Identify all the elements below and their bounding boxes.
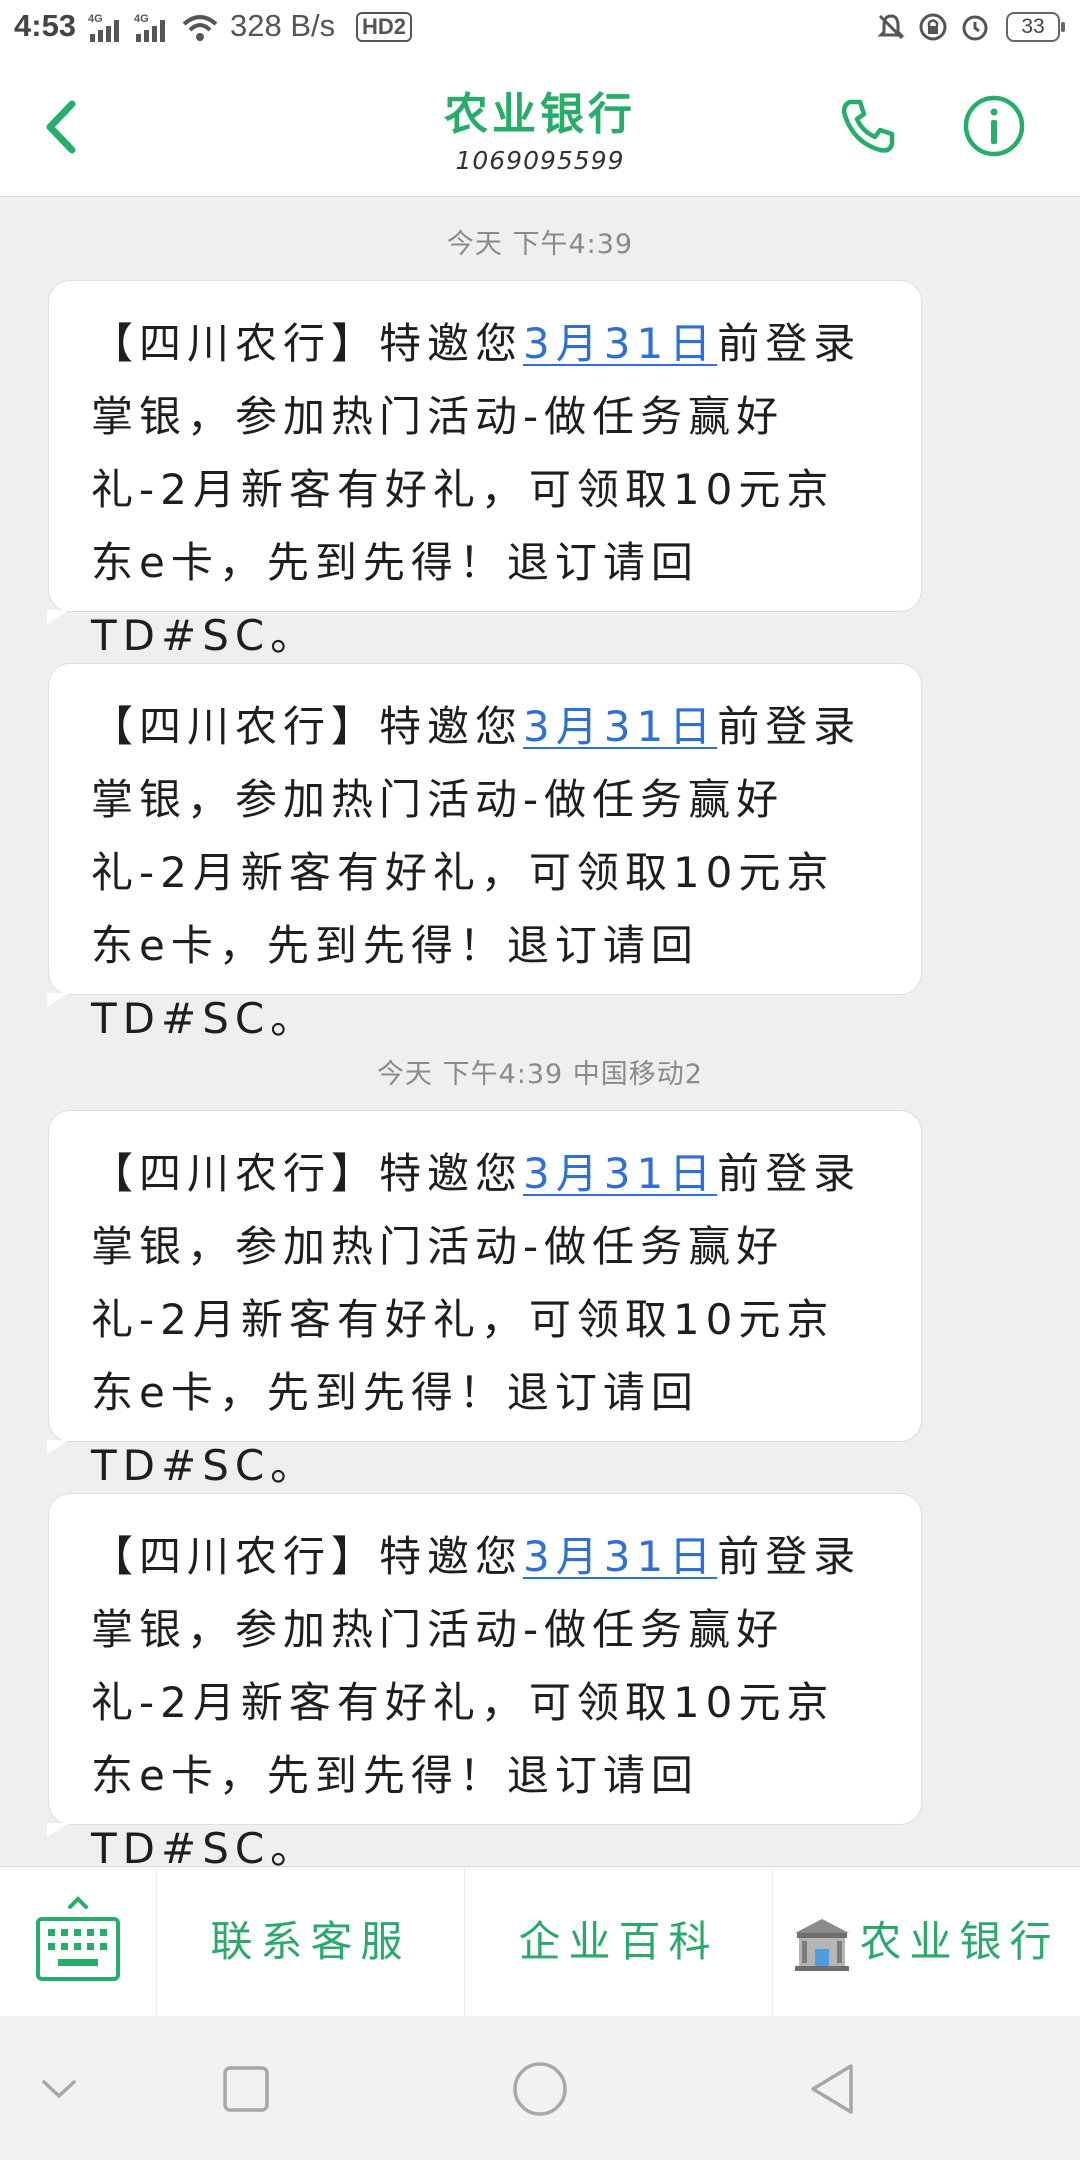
status-time: 4:53 [14, 8, 77, 43]
signal-icon: 4G [88, 13, 119, 42]
svg-text:4G: 4G [88, 13, 103, 25]
hd-badge: HD2 [356, 12, 413, 42]
message-text: 【四川农行】特邀您 [91, 1149, 524, 1198]
message-text: 前登录掌银，参加热门活动-做任务赢好礼-2月新客有好礼，可领取10元京东e卡，先… [91, 702, 862, 1043]
message-bubble[interactable]: 【四川农行】特邀您3月31日前登录掌银，参加热门活动-做任务赢好礼-2月新客有好… [47, 1110, 922, 1490]
phone-icon[interactable] [838, 96, 898, 156]
collapse-chevron-icon[interactable] [24, 2054, 94, 2124]
date-link[interactable]: 3月31日 [523, 1149, 717, 1198]
message-text: 【四川农行】特邀您 [91, 1532, 524, 1581]
menu-contact-service[interactable]: 联系客服 [157, 1867, 464, 2017]
system-navigation-bar [0, 2016, 1080, 2160]
keyboard-icon[interactable] [0, 1867, 156, 2017]
back-triangle-icon[interactable] [799, 2054, 869, 2124]
recent-apps-icon[interactable] [211, 2054, 281, 2124]
message-text: 前登录掌银，参加热门活动-做任务赢好礼-2月新客有好礼，可领取10元京东e卡，先… [91, 1532, 862, 1873]
service-menu-bar: 联系客服 企业百科 农业银行 [0, 1866, 1080, 2017]
menu-encyclopedia[interactable]: 企业百科 [465, 1867, 772, 2017]
svg-text:4G: 4G [134, 13, 149, 25]
status-bar: 4:53 4G 4G 328 B/s HD2 33 [0, 0, 1080, 56]
date-link[interactable]: 3月31日 [523, 702, 717, 751]
signal-icon-2: 4G [134, 13, 165, 42]
contact-number: 1069095599 [455, 146, 625, 175]
date-link[interactable]: 3月31日 [523, 1532, 717, 1581]
message-text: 前登录掌银，参加热门活动-做任务赢好礼-2月新客有好礼，可领取10元京东e卡，先… [91, 319, 862, 660]
message-bubble[interactable]: 【四川农行】特邀您3月31日前登录掌银，参加热门活动-做任务赢好礼-2月新客有好… [47, 663, 922, 1043]
title-area: 农业银行 1069095599 [0, 78, 1080, 175]
menu-bank[interactable]: 农业银行 [773, 1867, 1080, 2017]
alarm-icon [962, 15, 988, 41]
battery-icon: 33 [1006, 12, 1065, 42]
message-timestamp: 今天 下午4:39 [446, 229, 634, 260]
message-bubble[interactable]: 【四川农行】特邀您3月31日前登录掌银，参加热门活动-做任务赢好礼-2月新客有好… [47, 280, 922, 660]
home-icon[interactable] [505, 2054, 575, 2124]
message-text: 【四川农行】特邀您 [91, 702, 524, 751]
network-speed: 328 B/s [230, 8, 336, 43]
contact-name: 农业银行 [444, 89, 636, 140]
message-timestamp-sim: 今天 下午4:39 中国移动2 [377, 1059, 703, 1090]
date-link[interactable]: 3月31日 [523, 319, 717, 368]
info-icon[interactable] [962, 94, 1026, 158]
message-text: 【四川农行】特邀您 [91, 319, 524, 368]
mute-bell-icon [877, 14, 905, 40]
lock-rotation-icon [919, 13, 947, 41]
bank-building-icon [795, 1918, 850, 1971]
message-bubble[interactable]: 【四川农行】特邀您3月31日前登录掌银，参加热门活动-做任务赢好礼-2月新客有好… [47, 1493, 922, 1873]
message-text: 前登录掌银，参加热门活动-做任务赢好礼-2月新客有好礼，可领取10元京东e卡，先… [91, 1149, 862, 1490]
conversation-header: 农业银行 1069095599 [0, 56, 1080, 197]
menu-bank-label: 农业银行 [859, 1917, 1060, 1966]
wifi-icon [182, 15, 218, 41]
